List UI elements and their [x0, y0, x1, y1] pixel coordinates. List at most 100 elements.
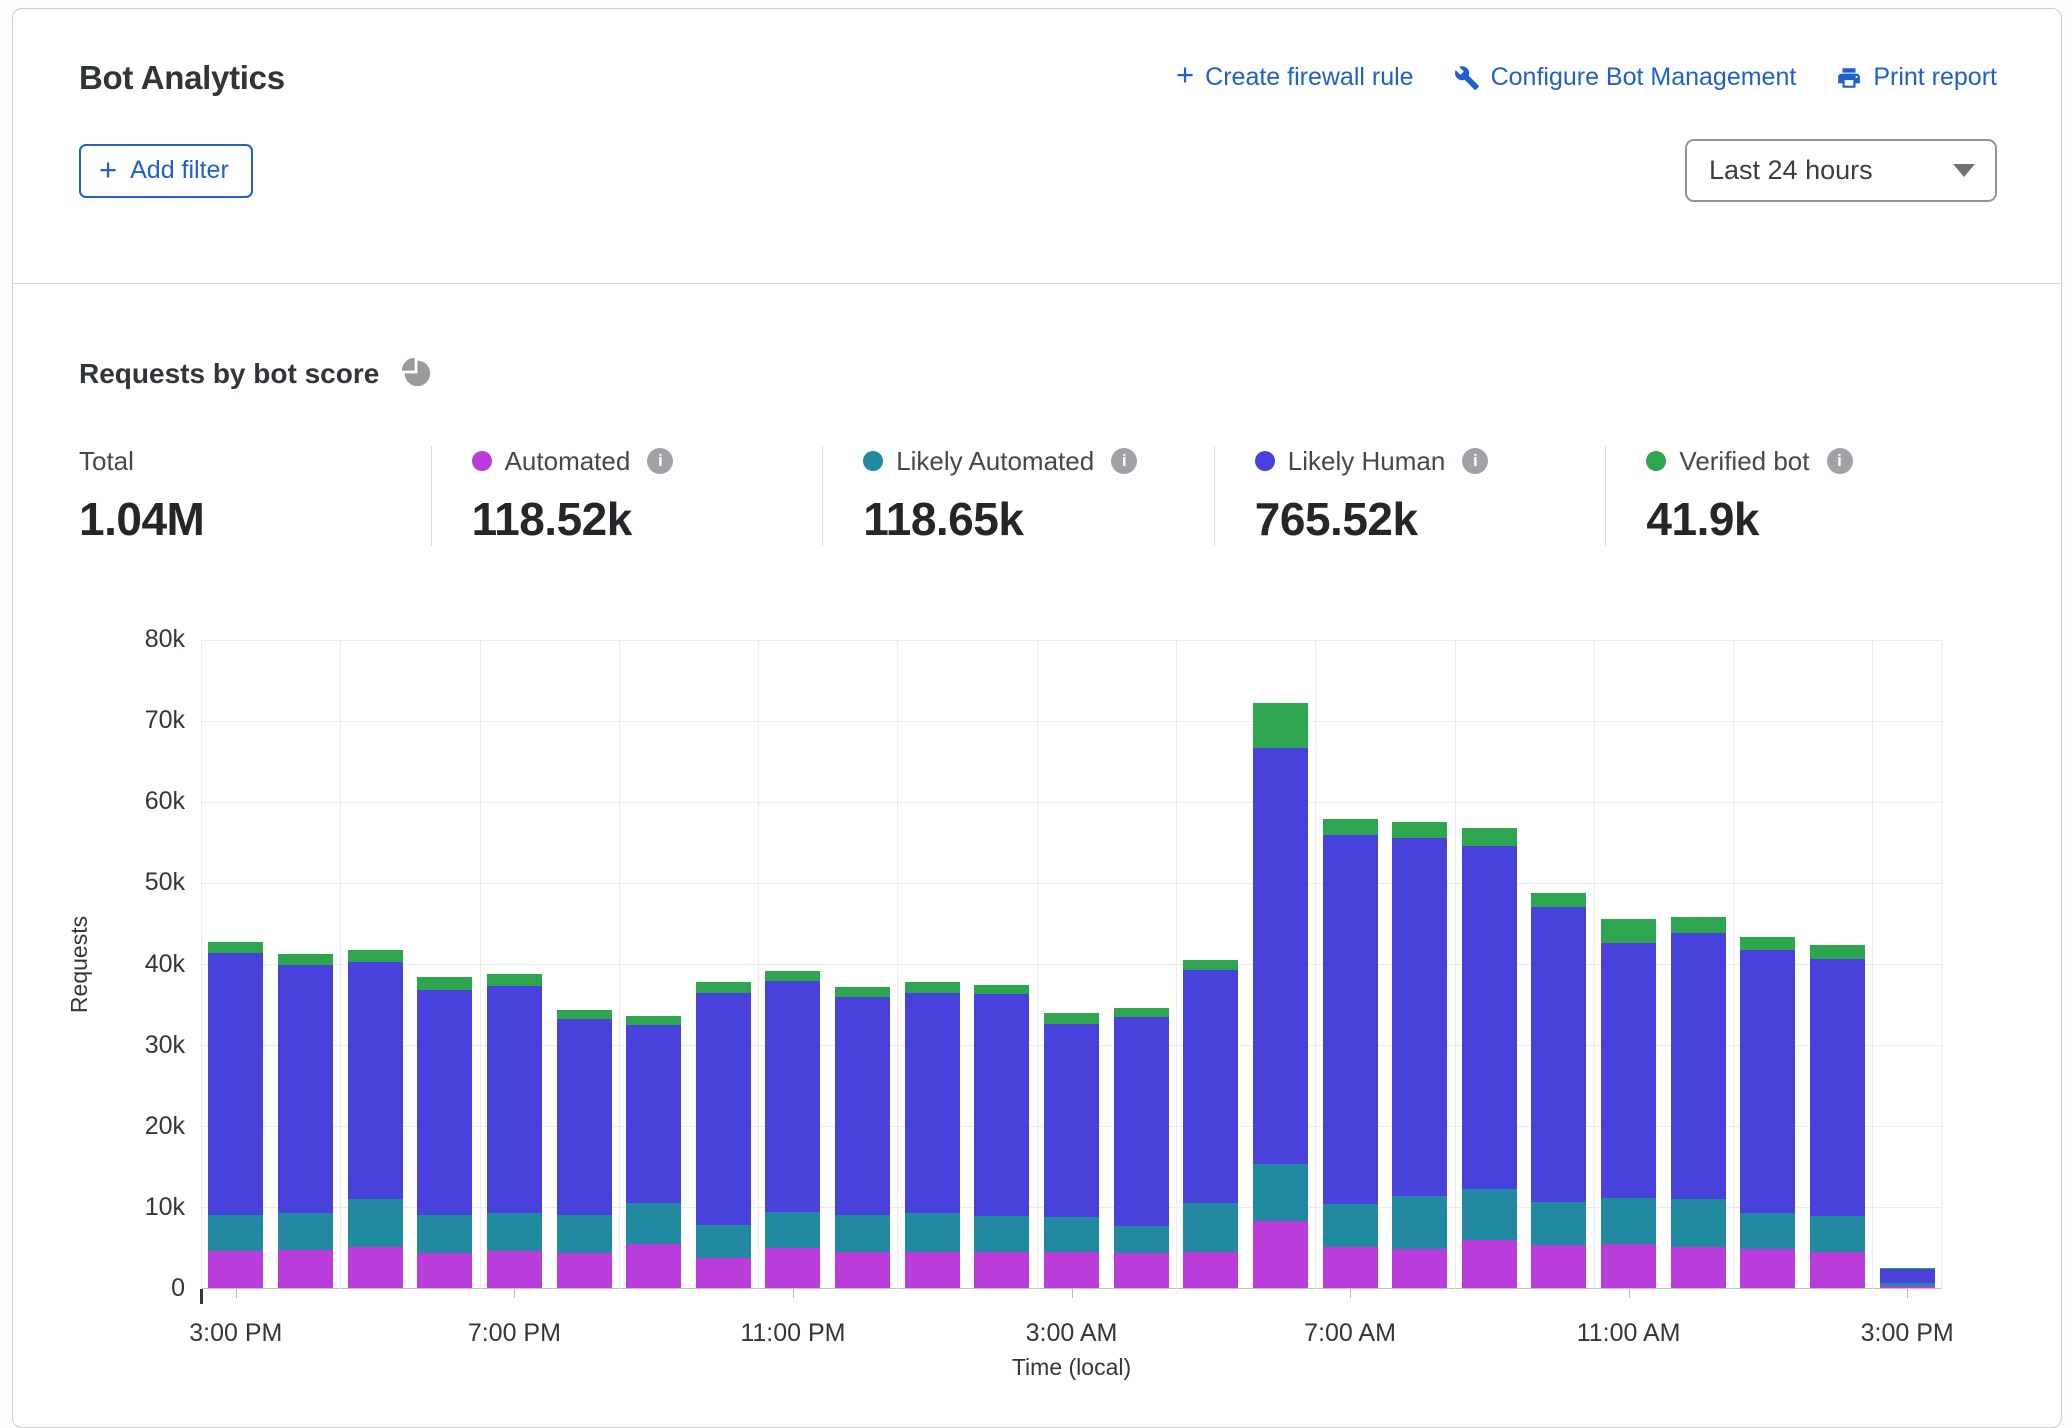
bar-segment-verified-bot[interactable]: [348, 950, 403, 962]
bar-segment-likely-human[interactable]: [765, 981, 820, 1212]
bar-segment-likely-human[interactable]: [1740, 950, 1795, 1213]
bar-segment-likely-human[interactable]: [208, 953, 263, 1215]
bar-segment-likely-automated[interactable]: [208, 1215, 263, 1251]
bar-segment-automated[interactable]: [208, 1251, 263, 1288]
bar-segment-verified-bot[interactable]: [1392, 822, 1447, 837]
bar-segment-likely-automated[interactable]: [557, 1215, 612, 1253]
bar-segment-automated[interactable]: [1740, 1249, 1795, 1288]
bar-segment-likely-human[interactable]: [1531, 907, 1586, 1202]
bar-800pm[interactable]: [557, 1010, 612, 1288]
bar-200pm[interactable]: [1810, 945, 1865, 1288]
bar-800am[interactable]: [1392, 822, 1447, 1288]
info-icon[interactable]: i: [1111, 448, 1137, 474]
bar-segment-automated[interactable]: [626, 1244, 681, 1288]
bar-segment-automated[interactable]: [417, 1253, 472, 1288]
bar-segment-automated[interactable]: [278, 1250, 333, 1288]
bar-segment-likely-human[interactable]: [487, 986, 542, 1213]
bar-segment-likely-automated[interactable]: [626, 1203, 681, 1244]
info-icon[interactable]: i: [1827, 448, 1853, 474]
info-icon[interactable]: i: [1462, 448, 1488, 474]
bar-segment-automated[interactable]: [348, 1247, 403, 1288]
action-link-print-report[interactable]: Print report: [1836, 63, 1997, 92]
bar-segment-automated[interactable]: [1392, 1249, 1447, 1288]
bar-segment-automated[interactable]: [905, 1252, 960, 1289]
bar-segment-likely-human[interactable]: [1601, 943, 1656, 1198]
action-link-configure-bot-management[interactable]: Configure Bot Management: [1454, 63, 1797, 92]
bar-300pm[interactable]: [1880, 1268, 1935, 1288]
bar-700pm[interactable]: [487, 974, 542, 1288]
bar-segment-automated[interactable]: [1880, 1286, 1935, 1288]
bar-segment-likely-automated[interactable]: [1253, 1164, 1308, 1221]
bar-segment-verified-bot[interactable]: [696, 982, 751, 993]
bar-segment-likely-automated[interactable]: [1183, 1203, 1238, 1253]
info-icon[interactable]: i: [647, 448, 673, 474]
bar-segment-verified-bot[interactable]: [974, 985, 1029, 995]
bar-segment-verified-bot[interactable]: [417, 977, 472, 989]
bar-segment-verified-bot[interactable]: [1601, 919, 1656, 943]
bar-segment-automated[interactable]: [1253, 1221, 1308, 1288]
bar-segment-likely-human[interactable]: [626, 1025, 681, 1203]
bar-segment-likely-automated[interactable]: [1114, 1226, 1169, 1254]
bar-segment-automated[interactable]: [1323, 1247, 1378, 1288]
bar-segment-likely-automated[interactable]: [417, 1215, 472, 1253]
bar-200am[interactable]: [974, 985, 1029, 1288]
bar-400pm[interactable]: [278, 954, 333, 1288]
bar-segment-likely-human[interactable]: [1044, 1024, 1099, 1216]
bar-segment-verified-bot[interactable]: [1740, 937, 1795, 950]
bar-segment-verified-bot[interactable]: [765, 971, 820, 981]
bar-segment-verified-bot[interactable]: [905, 982, 960, 993]
bar-segment-verified-bot[interactable]: [1671, 917, 1726, 933]
bar-segment-likely-automated[interactable]: [1601, 1198, 1656, 1244]
bar-segment-automated[interactable]: [974, 1252, 1029, 1288]
bar-segment-automated[interactable]: [1114, 1253, 1169, 1288]
bar-segment-verified-bot[interactable]: [208, 942, 263, 953]
bar-segment-likely-human[interactable]: [557, 1019, 612, 1215]
bar-1100am[interactable]: [1601, 919, 1656, 1288]
bar-segment-likely-automated[interactable]: [1671, 1199, 1726, 1248]
bar-segment-automated[interactable]: [557, 1253, 612, 1288]
bar-segment-likely-human[interactable]: [1253, 748, 1308, 1164]
bar-segment-likely-automated[interactable]: [278, 1213, 333, 1250]
bar-segment-verified-bot[interactable]: [626, 1016, 681, 1025]
bar-segment-likely-human[interactable]: [1462, 846, 1517, 1189]
bar-1200am[interactable]: [835, 987, 890, 1288]
bar-segment-automated[interactable]: [835, 1252, 890, 1288]
bar-segment-verified-bot[interactable]: [487, 974, 542, 986]
bar-segment-verified-bot[interactable]: [1183, 960, 1238, 971]
bar-segment-likely-automated[interactable]: [1810, 1216, 1865, 1252]
bar-segment-likely-human[interactable]: [1183, 970, 1238, 1203]
bar-segment-likely-human[interactable]: [1114, 1017, 1169, 1226]
bar-400am[interactable]: [1114, 1008, 1169, 1288]
bar-segment-verified-bot[interactable]: [835, 987, 890, 997]
bar-segment-likely-human[interactable]: [1880, 1269, 1935, 1283]
bar-100am[interactable]: [905, 982, 960, 1288]
bar-segment-likely-human[interactable]: [1392, 838, 1447, 1197]
bar-600pm[interactable]: [417, 977, 472, 1288]
bar-segment-likely-automated[interactable]: [696, 1225, 751, 1258]
add-filter-button[interactable]: + Add filter: [79, 144, 253, 198]
bar-500am[interactable]: [1183, 960, 1238, 1288]
bar-segment-likely-human[interactable]: [1671, 933, 1726, 1198]
bar-segment-likely-human[interactable]: [348, 962, 403, 1199]
bar-100pm[interactable]: [1740, 937, 1795, 1288]
bar-segment-automated[interactable]: [1671, 1247, 1726, 1288]
bar-segment-verified-bot[interactable]: [1531, 893, 1586, 907]
bar-segment-likely-automated[interactable]: [765, 1212, 820, 1249]
bar-300am[interactable]: [1044, 1013, 1099, 1288]
bar-segment-automated[interactable]: [765, 1248, 820, 1288]
bar-segment-likely-automated[interactable]: [1044, 1217, 1099, 1252]
bar-segment-verified-bot[interactable]: [557, 1010, 612, 1019]
bar-segment-likely-human[interactable]: [1323, 835, 1378, 1205]
bar-segment-likely-automated[interactable]: [487, 1213, 542, 1250]
bar-segment-likely-human[interactable]: [835, 997, 890, 1215]
bar-segment-verified-bot[interactable]: [1253, 703, 1308, 748]
bar-segment-likely-automated[interactable]: [1462, 1189, 1517, 1240]
bar-segment-verified-bot[interactable]: [1044, 1013, 1099, 1024]
bar-segment-likely-human[interactable]: [905, 993, 960, 1214]
bar-segment-likely-human[interactable]: [278, 965, 333, 1213]
bar-segment-verified-bot[interactable]: [1323, 819, 1378, 834]
bar-segment-likely-automated[interactable]: [1392, 1196, 1447, 1249]
bar-600am[interactable]: [1253, 703, 1308, 1288]
bar-segment-likely-automated[interactable]: [905, 1213, 960, 1251]
bar-segment-likely-automated[interactable]: [1323, 1204, 1378, 1247]
